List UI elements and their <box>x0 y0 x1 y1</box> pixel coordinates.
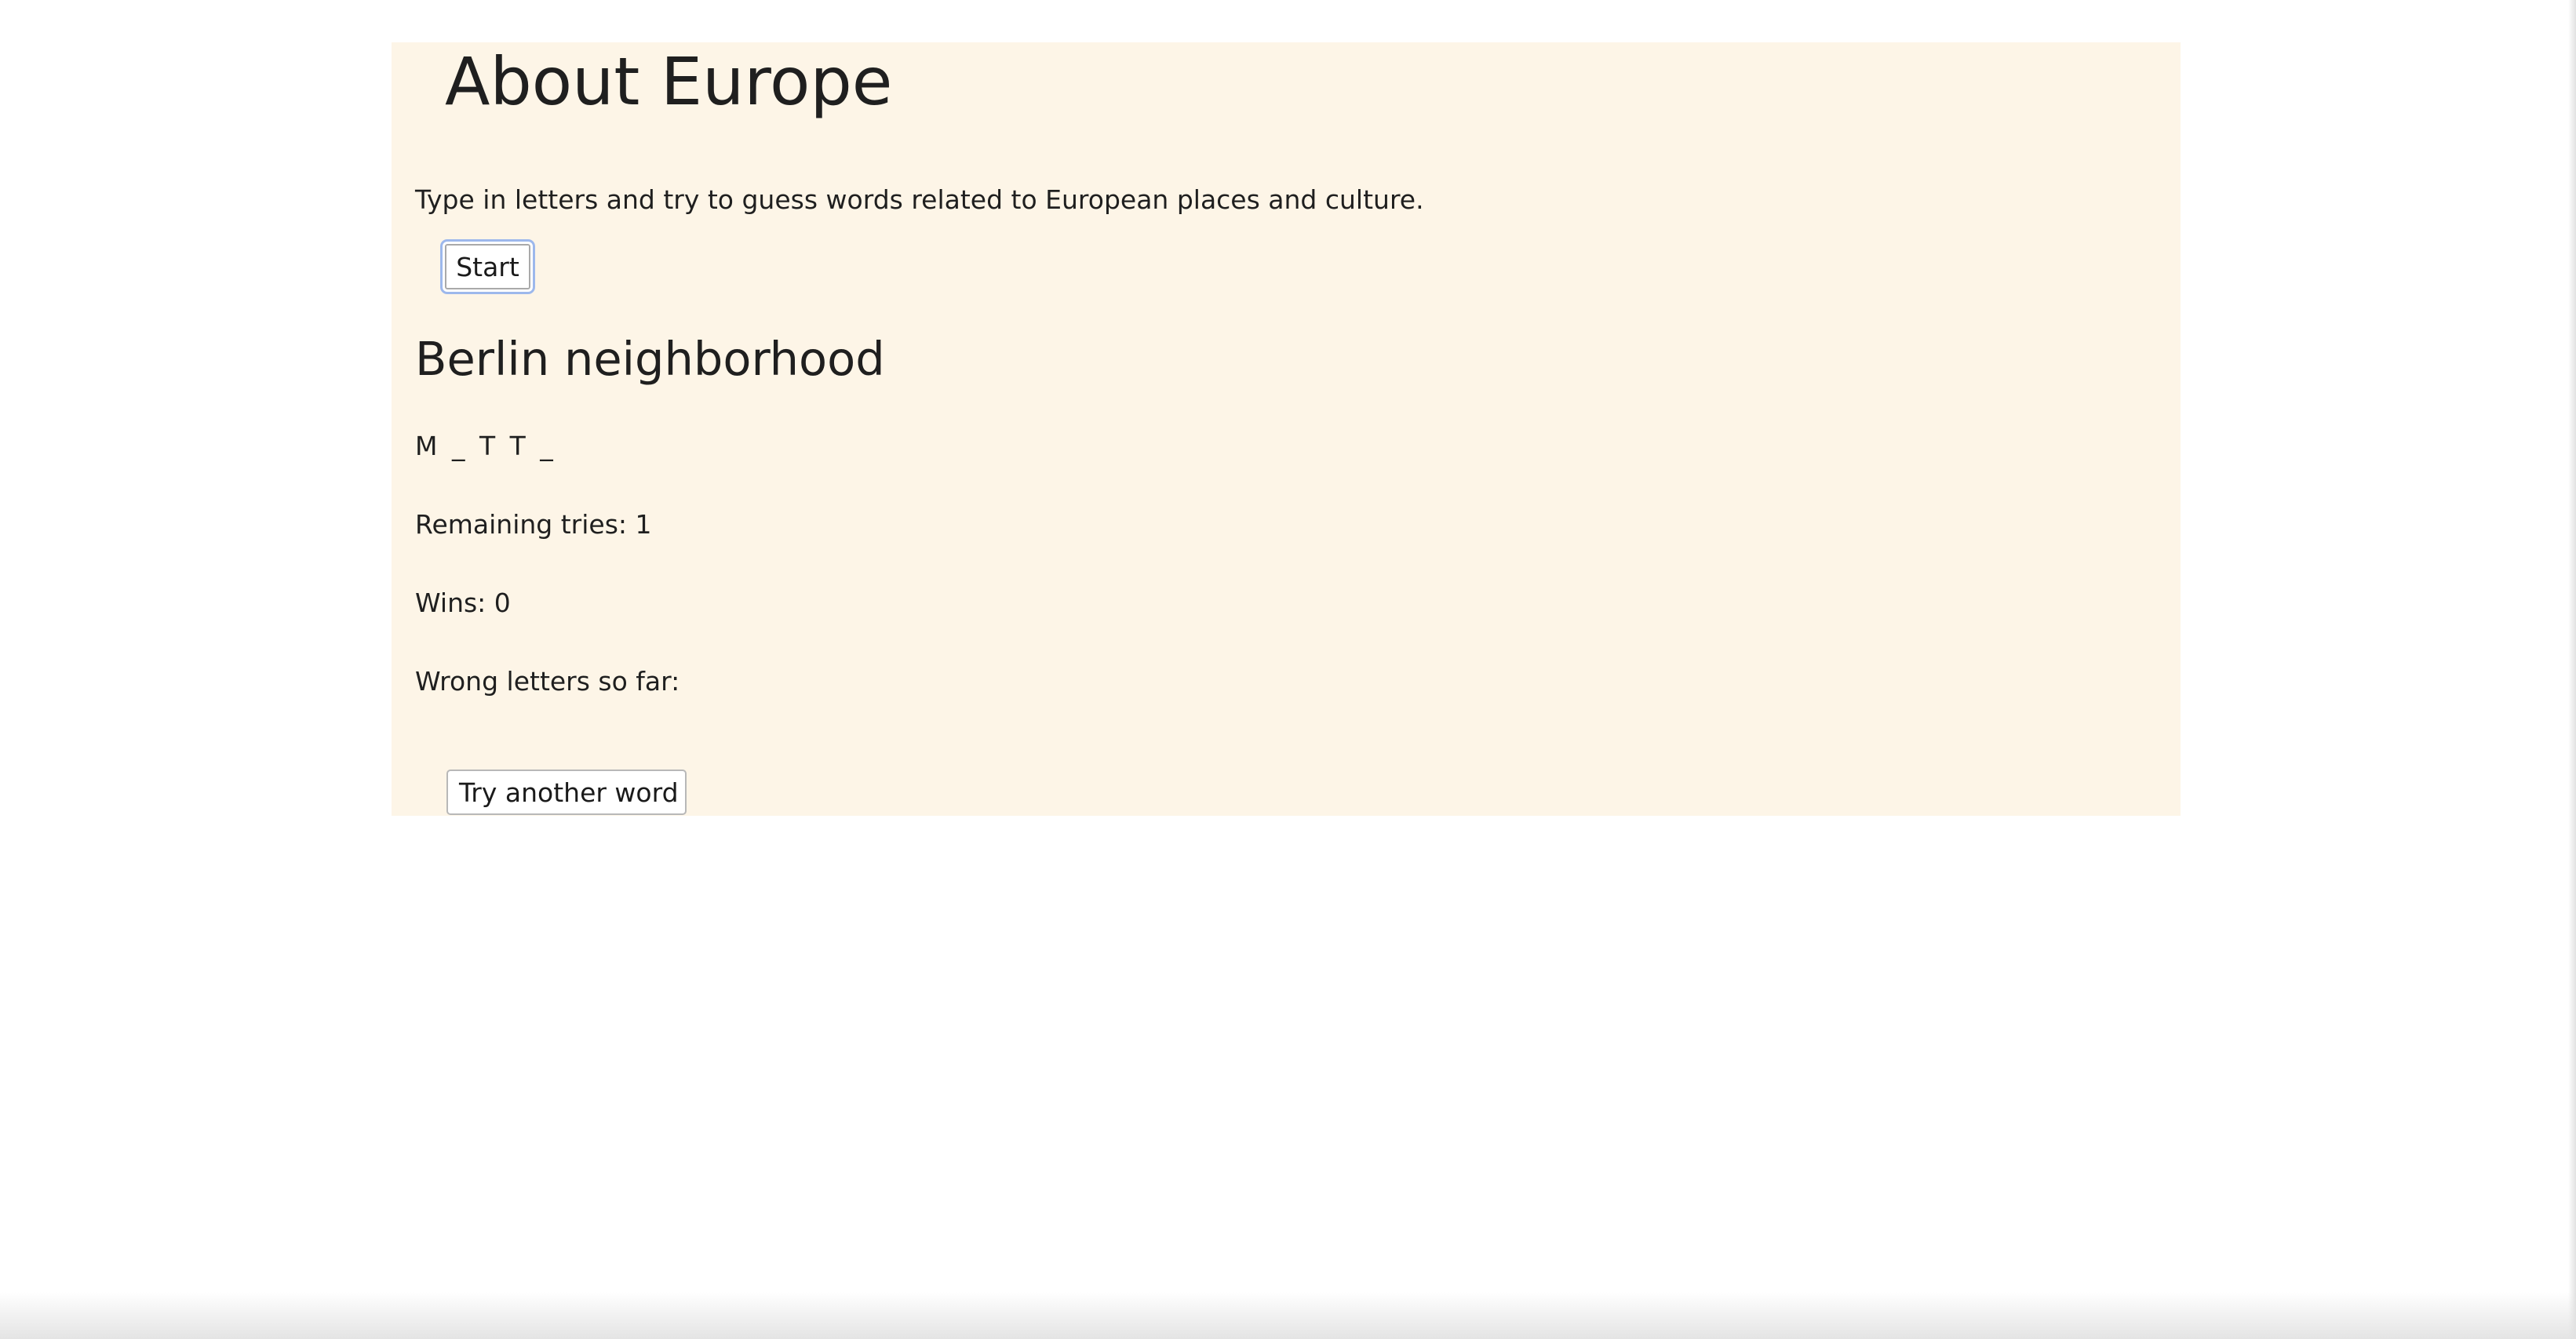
wrong-letters: Wrong letters so far: <box>415 666 680 697</box>
page: About Europe Type in letters and try to … <box>0 0 2576 1339</box>
word-display: M _ T T _ <box>415 431 556 461</box>
window-right-edge <box>2568 0 2576 1339</box>
game-panel: About Europe Type in letters and try to … <box>392 42 2181 816</box>
page-title: About Europe <box>445 43 893 120</box>
try-another-word-button[interactable]: Try another word <box>446 770 687 815</box>
window-bottom-edge <box>0 1292 2576 1339</box>
intro-text: Type in letters and try to guess words r… <box>415 184 1424 215</box>
start-button[interactable]: Start <box>443 242 533 292</box>
wins-count: Wins: 0 <box>415 588 511 618</box>
remaining-tries: Remaining tries: 1 <box>415 509 652 540</box>
word-category: Berlin neighborhood <box>415 332 885 386</box>
